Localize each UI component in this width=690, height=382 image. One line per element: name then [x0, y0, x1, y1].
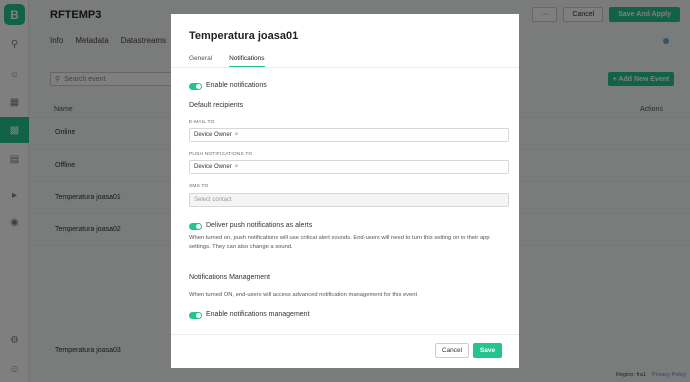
- enable-management-toggle[interactable]: [189, 312, 202, 319]
- chip-label: Device Owner: [194, 132, 232, 138]
- default-recipients-heading: Default recipients: [189, 102, 244, 109]
- sms-to-field[interactable]: Select contact: [189, 193, 509, 207]
- email-to-label: E-MAIL TO: [189, 120, 215, 125]
- email-to-field[interactable]: Device Owner ×: [189, 128, 509, 142]
- tab-notifications[interactable]: Notifications: [229, 55, 265, 67]
- footer-divider: [171, 334, 519, 335]
- push-to-field[interactable]: Device Owner ×: [189, 160, 509, 174]
- sms-placeholder: Select contact: [194, 197, 232, 203]
- sms-to-label: SMS TO: [189, 184, 209, 189]
- deliver-alerts-description: When turned on, push notifications will …: [189, 235, 490, 250]
- cancel-button[interactable]: Cancel: [435, 343, 469, 358]
- modal-tabs: General Notifications: [189, 55, 265, 67]
- chip-label: Device Owner: [194, 164, 232, 170]
- save-button[interactable]: Save: [473, 343, 502, 358]
- notifications-management-description: When turned ON, end-users will access ad…: [189, 292, 418, 298]
- notifications-management-heading: Notifications Management: [189, 274, 270, 281]
- modal-title: Temperatura joasa01: [189, 30, 299, 42]
- recipient-chip: Device Owner ×: [194, 132, 238, 138]
- push-to-label: PUSH NOTIFICATIONS TO: [189, 152, 253, 157]
- remove-chip-icon[interactable]: ×: [235, 132, 239, 138]
- enable-management-label: Enable notifications management: [206, 311, 310, 318]
- enable-notifications-label: Enable notifications: [206, 82, 267, 89]
- event-modal: Temperatura joasa01 General Notification…: [171, 14, 519, 368]
- deliver-alerts-label: Deliver push notifications as alerts: [206, 222, 313, 229]
- tab-general[interactable]: General: [189, 55, 212, 67]
- remove-chip-icon[interactable]: ×: [235, 164, 239, 170]
- recipient-chip: Device Owner ×: [194, 164, 238, 170]
- deliver-alerts-toggle[interactable]: [189, 223, 202, 230]
- tabs-divider: [171, 67, 519, 68]
- enable-notifications-toggle[interactable]: [189, 83, 202, 90]
